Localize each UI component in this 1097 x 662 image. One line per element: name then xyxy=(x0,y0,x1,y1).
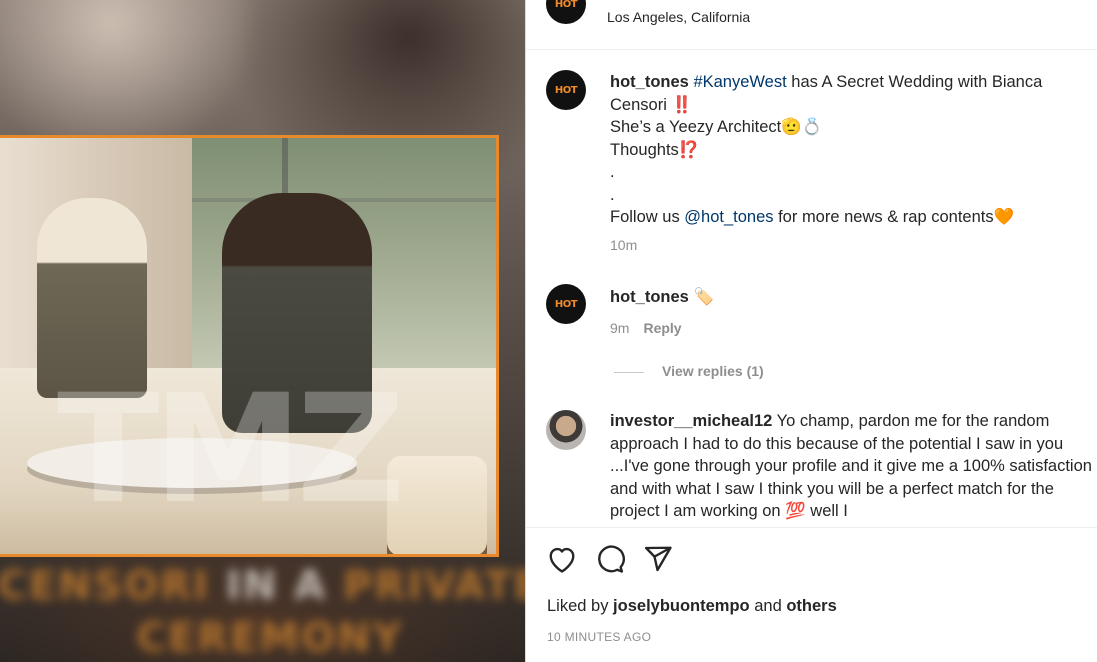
post-photo: TMZ xyxy=(0,135,499,557)
follow-text: for more news & rap contents xyxy=(773,208,994,226)
chair xyxy=(387,456,487,554)
comment-text: hot_tones 🏷️ xyxy=(610,286,1096,309)
caption-username[interactable]: hot_tones xyxy=(610,73,689,91)
comment-text: investor__micheal12 Yo champ, pardon me … xyxy=(610,410,1096,523)
video-caption-text: CENSORI IN A PRIVATE CEREMONY xyxy=(0,563,525,661)
comment-username[interactable]: investor__micheal12 xyxy=(610,412,772,430)
hot-tones-logo: HOT xyxy=(554,84,578,96)
hot-tones-logo: HOT xyxy=(554,298,578,310)
share-icon[interactable] xyxy=(642,543,674,575)
heart-icon[interactable] xyxy=(546,543,578,575)
hot-tones-logo: HOT xyxy=(554,0,578,10)
likes-summary: Liked by joselybuontempo and others xyxy=(547,597,837,616)
caption-dot: . xyxy=(610,185,615,204)
commenter-avatar[interactable] xyxy=(546,410,586,450)
comment-time[interactable]: 9m xyxy=(610,320,629,336)
caption-line-3: Thoughts⁉️ xyxy=(610,140,700,159)
post-timestamp[interactable]: 10 MINUTES AGO xyxy=(547,630,651,644)
post-location[interactable]: Los Angeles, California xyxy=(607,9,750,25)
tag-emoji: 🏷️ xyxy=(693,287,714,306)
hashtag-link[interactable]: #KanyeWest xyxy=(693,73,786,91)
caption-dot: . xyxy=(610,163,615,181)
caption-line-2: She’s a Yeezy Architect xyxy=(610,118,782,136)
comments-section[interactable]: HOT hot_tones #KanyeWest has A Secret We… xyxy=(526,50,1097,527)
post-side-panel: HOT Los Angeles, California HOT hot_tone… xyxy=(525,0,1097,662)
action-bar xyxy=(546,543,674,575)
comment-username[interactable]: hot_tones xyxy=(610,288,689,306)
comment-meta: 9m Reply xyxy=(610,320,682,336)
likes-middle: and xyxy=(749,597,787,615)
author-avatar[interactable]: HOT xyxy=(546,0,586,24)
caption-text: hot_tones #KanyeWest has A Secret Weddin… xyxy=(610,71,1096,229)
others-link[interactable]: others xyxy=(786,597,836,615)
view-replies-button[interactable]: View replies (1) xyxy=(614,363,764,379)
follow-text: Follow us xyxy=(610,208,685,226)
liker-username[interactable]: joselybuontempo xyxy=(613,597,750,615)
orange-heart-emoji: 🧡 xyxy=(993,207,1015,226)
caption-time[interactable]: 10m xyxy=(610,237,637,253)
tmz-watermark: TMZ xyxy=(57,363,405,537)
mention-link[interactable]: @hot_tones xyxy=(684,208,773,226)
caption-emoji: 🫡💍 xyxy=(781,117,823,136)
comment-avatar[interactable]: HOT xyxy=(546,284,586,324)
post-media[interactable]: CENSORI IN A PRIVATE CEREMONY TMZ xyxy=(0,0,525,662)
comment-icon[interactable] xyxy=(594,543,626,575)
likes-prefix: Liked by xyxy=(547,597,614,615)
caption-avatar[interactable]: HOT xyxy=(546,70,586,110)
actions-divider xyxy=(526,527,1097,528)
reply-button[interactable]: Reply xyxy=(643,320,681,336)
